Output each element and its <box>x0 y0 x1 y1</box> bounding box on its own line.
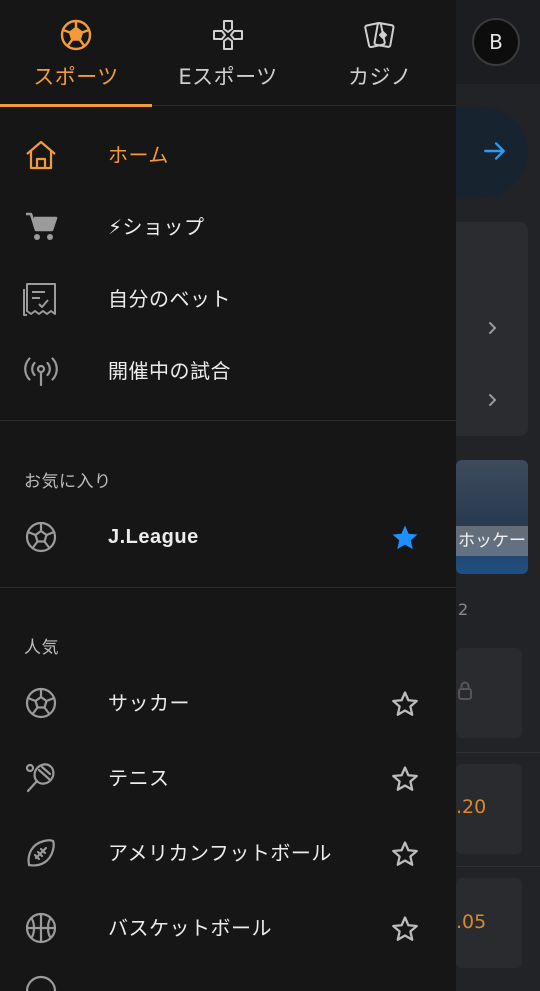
menu-item-my-bets-label: 自分のベット <box>108 287 231 311</box>
favorite-item-j-league[interactable]: J.League <box>0 501 456 573</box>
soccer-ball-icon <box>59 18 93 52</box>
menu-item-shop-label: ⚡ショップ <box>108 215 205 239</box>
menu-item-home-label: ホーム <box>108 143 169 167</box>
star-outline-icon[interactable] <box>390 689 420 719</box>
popular-item-label: バスケットボール <box>108 916 272 940</box>
background-counter: 2 <box>458 600 469 619</box>
tab-sports-label: スポーツ <box>33 65 119 89</box>
favorite-item-label: J.League <box>108 526 199 548</box>
menu-item-my-bets[interactable]: 自分のベット <box>0 263 456 335</box>
navigation-drawer: スポーツ Eスポーツ カジノ ホーム ⚡ショップ 自分のベット 開催中の試合 お… <box>0 0 456 991</box>
odds-value[interactable]: .20 <box>456 796 486 818</box>
odds-value[interactable]: .05 <box>456 911 486 933</box>
bet-slip-icon <box>22 281 60 317</box>
popular-item-tennis[interactable]: テニス <box>0 742 456 814</box>
tab-casino-label: カジノ <box>347 65 413 89</box>
soccer-ball-icon <box>25 521 57 553</box>
gamepad-icon <box>211 18 245 52</box>
menu-item-shop[interactable]: ⚡ショップ <box>0 191 456 263</box>
popular-section-title: 人気 <box>24 638 59 658</box>
category-tabs: スポーツ Eスポーツ カジノ <box>0 0 456 107</box>
arrow-right-icon[interactable] <box>482 138 508 164</box>
popular-item-label: アメリカンフットボール <box>108 841 332 865</box>
chevron-right-icon[interactable] <box>486 321 498 335</box>
menu-item-live-label: 開催中の試合 <box>108 359 231 383</box>
lock-icon <box>458 681 472 700</box>
star-outline-icon[interactable] <box>390 914 420 944</box>
background-divider <box>456 752 540 753</box>
popular-item-american-football[interactable]: アメリカンフットボール <box>0 817 456 889</box>
menu-item-live[interactable]: 開催中の試合 <box>0 335 456 407</box>
popular-item-basketball[interactable]: バスケットボール <box>0 892 456 964</box>
american-football-icon <box>27 839 55 867</box>
sport-icon <box>25 975 57 991</box>
divider <box>0 587 456 588</box>
divider <box>0 420 456 421</box>
star-filled-icon[interactable] <box>390 523 420 553</box>
active-tab-indicator <box>0 104 152 107</box>
user-avatar[interactable]: B <box>472 18 520 66</box>
star-outline-icon[interactable] <box>390 839 420 869</box>
soccer-ball-icon <box>25 687 57 719</box>
popular-item-label: テニス <box>108 766 170 790</box>
tab-sports[interactable]: スポーツ <box>0 0 152 107</box>
cart-icon <box>22 209 60 245</box>
basketball-icon <box>25 912 57 944</box>
tennis-racket-icon <box>25 763 55 793</box>
popular-item-soccer[interactable]: サッカー <box>0 667 456 739</box>
tab-esports-label: Eスポーツ <box>178 65 278 89</box>
playing-cards-icon <box>363 18 397 52</box>
hockey-image-label: ホッケー <box>456 526 528 556</box>
home-icon <box>22 137 60 173</box>
chevron-right-icon[interactable] <box>486 393 498 407</box>
menu-item-home[interactable]: ホーム <box>0 119 456 191</box>
live-broadcast-icon <box>22 353 60 389</box>
tab-casino[interactable]: カジノ <box>304 0 456 106</box>
star-outline-icon[interactable] <box>390 764 420 794</box>
popular-item-label: サッカー <box>108 691 190 715</box>
hockey-image[interactable]: ホッケー <box>456 460 528 574</box>
background-divider <box>456 866 540 867</box>
favorites-section-title: お気に入り <box>24 472 112 492</box>
tab-esports[interactable]: Eスポーツ <box>152 0 304 106</box>
